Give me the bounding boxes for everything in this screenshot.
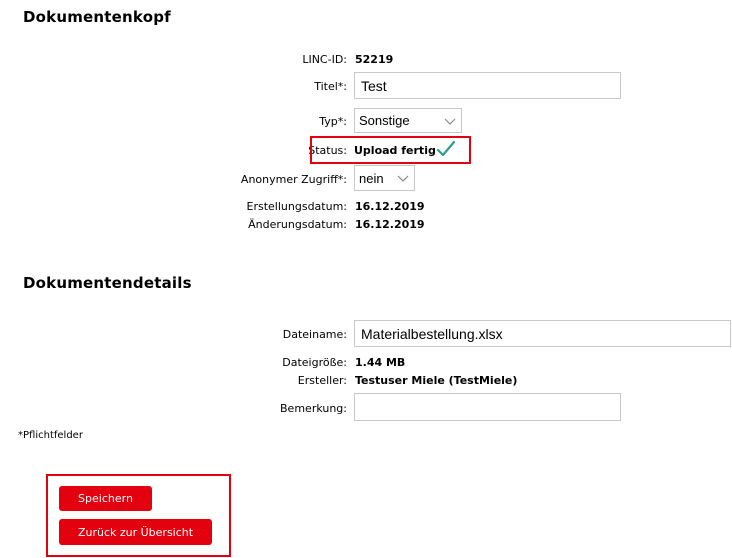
dateiname-label: Dateiname:: [282, 328, 347, 341]
anonymer-zugriff-select-value: nein: [359, 170, 384, 186]
aenderungsdatum-label: Änderungsdatum:: [248, 218, 347, 231]
bemerkung-input[interactable]: [354, 393, 621, 421]
required-fields-note: *Pflichtfelder: [18, 430, 83, 441]
erstellungsdatum-label: Erstellungsdatum:: [246, 200, 347, 213]
ersteller-value: Testuser Miele (TestMiele): [355, 374, 518, 387]
anonymer-zugriff-label: Anonymer Zugriff*:: [240, 173, 347, 186]
titel-label: Titel*:: [314, 80, 347, 93]
dateiname-input-value: Materialbestellung.xlsx: [361, 325, 503, 342]
linc-id-label: LINC-ID:: [302, 53, 347, 66]
save-button[interactable]: Speichern: [59, 486, 152, 511]
chevron-down-icon: [397, 175, 409, 182]
linc-id-value: 52219: [355, 53, 394, 66]
aenderungsdatum-value: 16.12.2019: [355, 218, 425, 231]
chevron-down-icon: [444, 118, 456, 125]
erstellungsdatum-value: 16.12.2019: [355, 200, 425, 213]
typ-label: Typ*:: [319, 115, 347, 128]
back-to-overview-button[interactable]: Zurück zur Übersicht: [59, 519, 212, 545]
section-title-dokumentenkopf: Dokumentenkopf: [23, 8, 171, 26]
dateiname-input[interactable]: Materialbestellung.xlsx: [354, 320, 731, 347]
bemerkung-label: Bemerkung:: [280, 402, 347, 415]
section-title-dokumentendetails: Dokumentendetails: [23, 274, 192, 292]
ersteller-label: Ersteller:: [297, 374, 347, 387]
typ-select-value: Sonstige: [359, 113, 410, 128]
status-highlight-box: [310, 136, 471, 164]
typ-select[interactable]: Sonstige: [354, 108, 462, 133]
dateigroesse-value: 1.44 MB: [355, 356, 406, 369]
anonymer-zugriff-select[interactable]: nein: [354, 165, 415, 191]
titel-input-value: Test: [361, 77, 387, 94]
dateigroesse-label: Dateigröße:: [282, 356, 347, 369]
titel-input[interactable]: Test: [354, 72, 621, 99]
